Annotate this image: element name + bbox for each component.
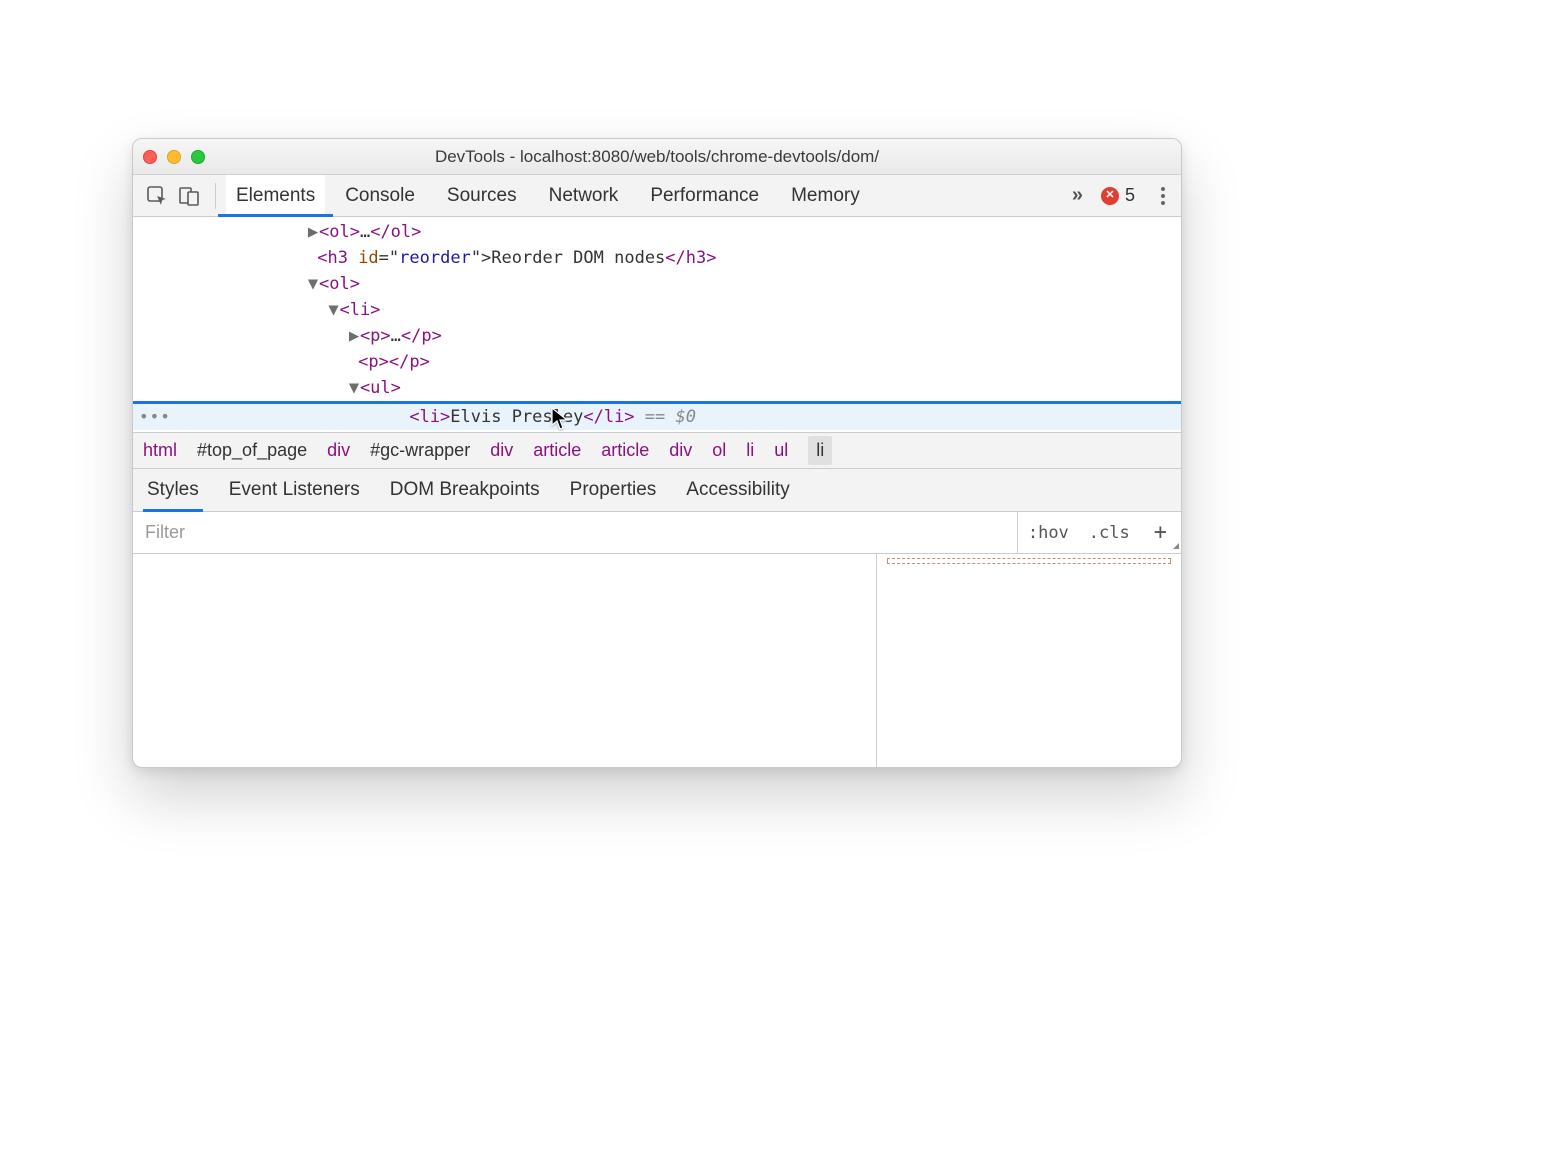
box-model-margin-outline	[887, 558, 1171, 564]
maximize-icon[interactable]	[191, 150, 205, 164]
crumb-article[interactable]: article	[533, 440, 581, 461]
crumb-top-of-page[interactable]: #top_of_page	[197, 440, 307, 461]
crumb-ul[interactable]: ul	[774, 440, 788, 461]
tab-memory[interactable]: Memory	[789, 175, 862, 216]
settings-menu-icon[interactable]	[1153, 187, 1173, 205]
dom-row[interactable]: ▶<p>…</p>	[133, 323, 1181, 349]
titlebar: DevTools - localhost:8080/web/tools/chro…	[133, 139, 1181, 175]
box provocation-model-pane[interactable]	[876, 554, 1181, 767]
crumb-li[interactable]: li	[746, 440, 754, 461]
error-count: 5	[1125, 185, 1135, 206]
cls-toggle[interactable]: .cls	[1079, 512, 1140, 553]
traffic-lights	[143, 150, 205, 164]
crumb-li-selected[interactable]: li	[808, 436, 832, 465]
inspect-element-icon[interactable]	[141, 180, 173, 212]
dom-row[interactable]: ▼<ul>	[133, 375, 1181, 401]
crumb-div2[interactable]: div	[490, 440, 513, 461]
dom-row[interactable]: ▶<ol>…</ol>	[133, 219, 1181, 245]
toolbar-separator	[215, 183, 216, 209]
subtab-styles[interactable]: Styles	[147, 469, 199, 511]
device-toolbar-icon[interactable]	[173, 180, 205, 212]
breadcrumb: html #top_of_page div #gc-wrapper div ar…	[133, 432, 1181, 468]
subtab-properties[interactable]: Properties	[570, 469, 657, 511]
tab-console[interactable]: Console	[343, 175, 417, 216]
dom-row[interactable]: <h3 id="reorder">Reorder DOM nodes</h3>	[133, 245, 1181, 271]
tab-network[interactable]: Network	[547, 175, 621, 216]
subtab-event-listeners[interactable]: Event Listeners	[229, 469, 360, 511]
styles-rules-pane[interactable]	[133, 554, 876, 767]
crumb-div3[interactable]: div	[669, 440, 692, 461]
new-style-rule-button[interactable]: +	[1140, 512, 1181, 553]
dom-row-dragging[interactable]: ••• <li>Elvis Presley</li> == $0	[133, 404, 1181, 430]
dom-tree-panel[interactable]: ▶<ol>…</ol> <h3 id="reorder">Reorder DOM…	[133, 217, 1181, 432]
crumb-gc-wrapper[interactable]: #gc-wrapper	[370, 440, 470, 461]
crumb-article2[interactable]: article	[601, 440, 649, 461]
overflow-chevron-icon[interactable]: »	[1072, 184, 1083, 207]
main-toolbar: Elements Console Sources Network Perform…	[133, 175, 1181, 217]
toolbar-right: » 5	[1072, 184, 1173, 207]
dom-row[interactable]: ▼<ol>	[133, 271, 1181, 297]
close-icon[interactable]	[143, 150, 157, 164]
crumb-div[interactable]: div	[327, 440, 350, 461]
tab-sources[interactable]: Sources	[445, 175, 519, 216]
error-icon	[1101, 187, 1119, 205]
styles-content	[133, 554, 1181, 767]
dom-row[interactable]: <li>Tom Waits</li>	[133, 430, 1181, 432]
subtab-dom-breakpoints[interactable]: DOM Breakpoints	[390, 469, 540, 511]
styles-tabbar: Styles Event Listeners DOM Breakpoints P…	[133, 468, 1181, 512]
styles-filter-row: :hov .cls +	[133, 512, 1181, 554]
tab-elements[interactable]: Elements	[226, 175, 325, 216]
tab-performance[interactable]: Performance	[648, 175, 761, 216]
panel-tabs: Elements Console Sources Network Perform…	[226, 175, 862, 216]
styles-filter-input[interactable]	[133, 512, 1017, 553]
crumb-ol[interactable]: ol	[712, 440, 726, 461]
error-count-badge[interactable]: 5	[1101, 185, 1135, 206]
dom-row[interactable]: <p></p>	[133, 349, 1181, 375]
row-actions-icon[interactable]: •••	[139, 404, 171, 430]
styles-filter-buttons: :hov .cls +	[1017, 512, 1181, 553]
dom-row[interactable]: ▼<li>	[133, 297, 1181, 323]
hov-toggle[interactable]: :hov	[1018, 512, 1079, 553]
window-title: DevTools - localhost:8080/web/tools/chro…	[133, 147, 1181, 167]
minimize-icon[interactable]	[167, 150, 181, 164]
subtab-accessibility[interactable]: Accessibility	[686, 469, 789, 511]
devtools-window: DevTools - localhost:8080/web/tools/chro…	[132, 138, 1182, 768]
crumb-html[interactable]: html	[143, 440, 177, 461]
